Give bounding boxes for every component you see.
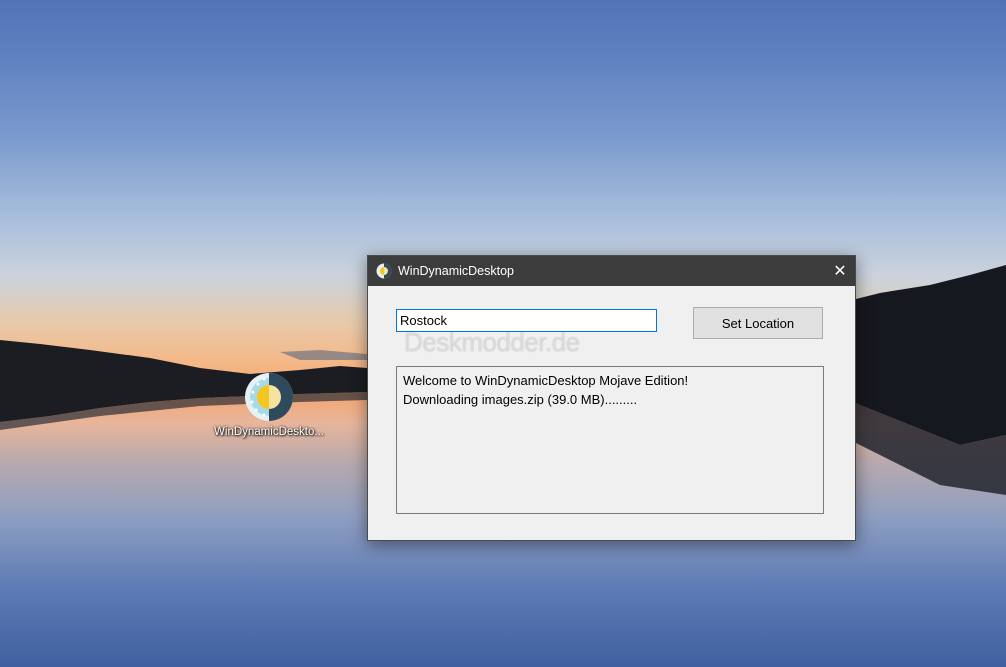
log-line: Downloading images.zip (39.0 MB)........… [403,392,638,407]
window-titlebar[interactable]: WinDynamicDesktop ✕ [368,256,855,286]
desktop-shortcut-label: WinDynamicDeskto... [214,426,324,438]
close-icon[interactable]: ✕ [825,256,855,286]
log-line: Welcome to WinDynamicDesktop Mojave Edit… [403,373,689,388]
app-sun-icon [376,263,392,279]
app-window: WinDynamicDesktop ✕ Set Location Welcome… [367,255,856,541]
status-log: Welcome to WinDynamicDesktop Mojave Edit… [396,366,824,514]
window-title: WinDynamicDesktop [398,264,515,278]
location-input[interactable] [396,309,657,332]
set-location-button[interactable]: Set Location [693,307,823,339]
desktop-shortcut-windynamicdesktop[interactable]: WinDynamicDeskto... [205,372,333,444]
windynamicdesktop-sun-icon [245,373,293,421]
